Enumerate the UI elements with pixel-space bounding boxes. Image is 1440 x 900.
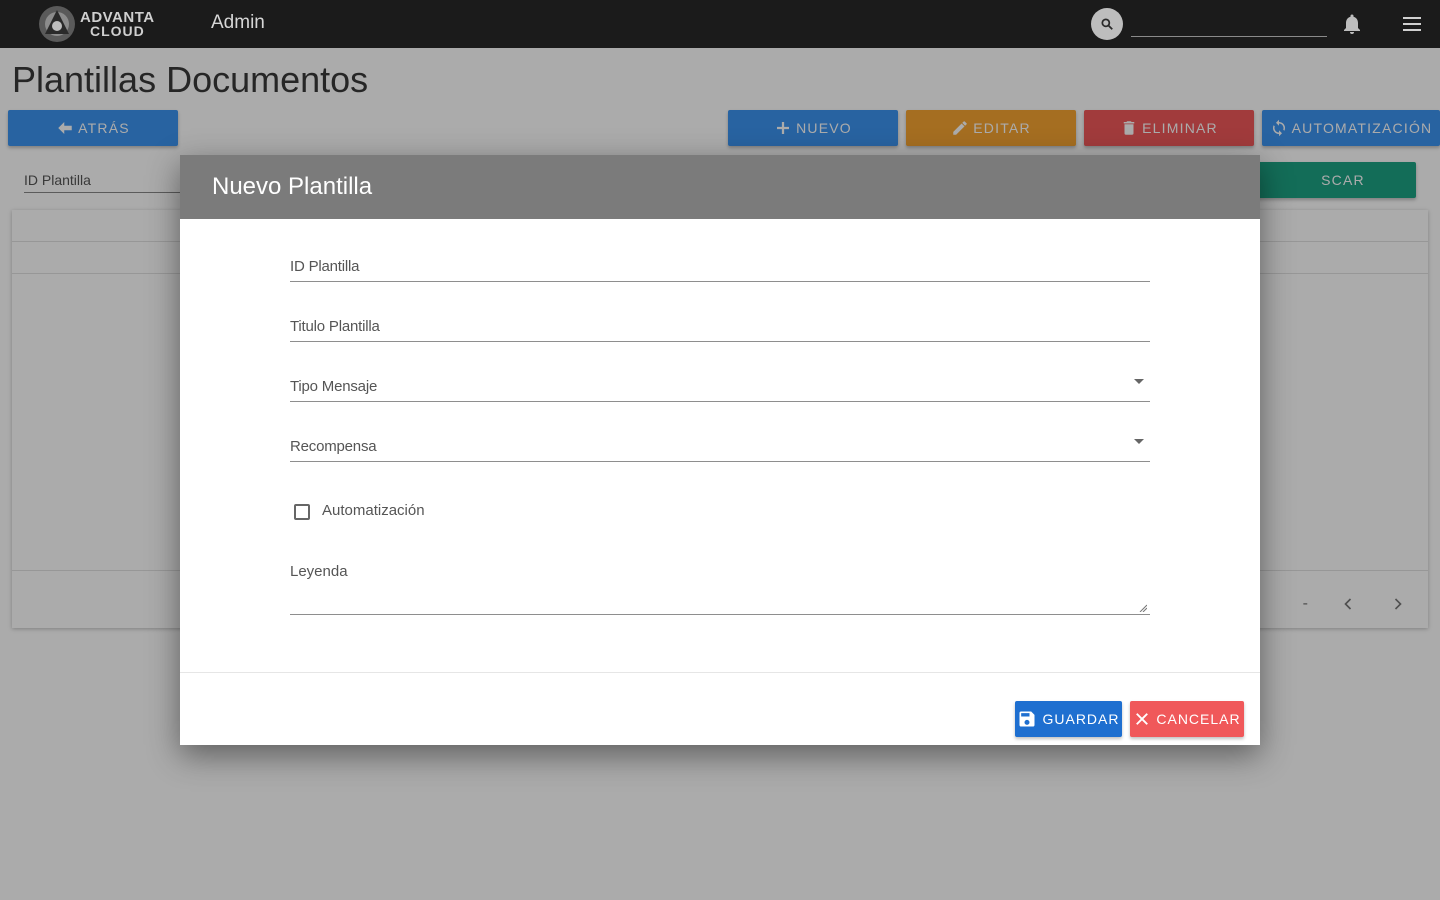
top-bar: ADVANTA CLOUD Admin	[0, 0, 1440, 48]
search-button[interactable]	[1091, 8, 1123, 40]
dropdown-arrow-icon	[1134, 439, 1144, 444]
logo-text-cloud: CLOUD	[90, 23, 145, 39]
floppy-disk-icon	[1019, 711, 1035, 727]
search-input[interactable]	[1131, 10, 1327, 37]
save-button[interactable]: GUARDAR	[1015, 701, 1122, 737]
reward-label: Recompensa	[290, 438, 377, 455]
dropdown-arrow-icon	[1134, 379, 1144, 384]
cancel-button[interactable]: CANCELAR	[1130, 701, 1244, 737]
automation-checkbox-label: Automatización	[322, 502, 425, 519]
dialog-footer-divider	[180, 672, 1260, 673]
new-template-dialog: Nuevo Plantilla ID Plantilla Titulo Plan…	[180, 155, 1260, 745]
search-icon	[1101, 18, 1113, 30]
template-title-input[interactable]	[290, 306, 1150, 341]
app-title: Admin	[211, 12, 265, 33]
template-title-field[interactable]: Titulo Plantilla	[290, 306, 1150, 342]
save-button-label: GUARDAR	[1042, 711, 1120, 727]
message-type-label: Tipo Mensaje	[290, 378, 378, 395]
legend-textarea[interactable]: Leyenda	[290, 555, 1150, 615]
template-id-input[interactable]	[290, 246, 1150, 281]
automation-checkbox[interactable]	[294, 504, 310, 520]
message-type-select[interactable]: Tipo Mensaje	[290, 366, 1150, 402]
resize-grip-icon[interactable]	[1139, 604, 1147, 612]
brand-logo[interactable]: ADVANTA CLOUD	[36, 4, 160, 44]
legend-label: Leyenda	[290, 563, 348, 580]
template-id-field[interactable]: ID Plantilla	[290, 246, 1150, 282]
bell-icon[interactable]	[1340, 12, 1364, 36]
close-icon	[1136, 713, 1149, 725]
reward-select[interactable]: Recompensa	[290, 426, 1150, 462]
cancel-button-label: CANCELAR	[1156, 711, 1241, 727]
hamburger-menu-icon[interactable]	[1400, 12, 1424, 36]
dialog-title: Nuevo Plantilla	[212, 173, 373, 200]
dialog-header: Nuevo Plantilla	[180, 155, 1260, 219]
logo-mark-icon	[39, 6, 75, 42]
